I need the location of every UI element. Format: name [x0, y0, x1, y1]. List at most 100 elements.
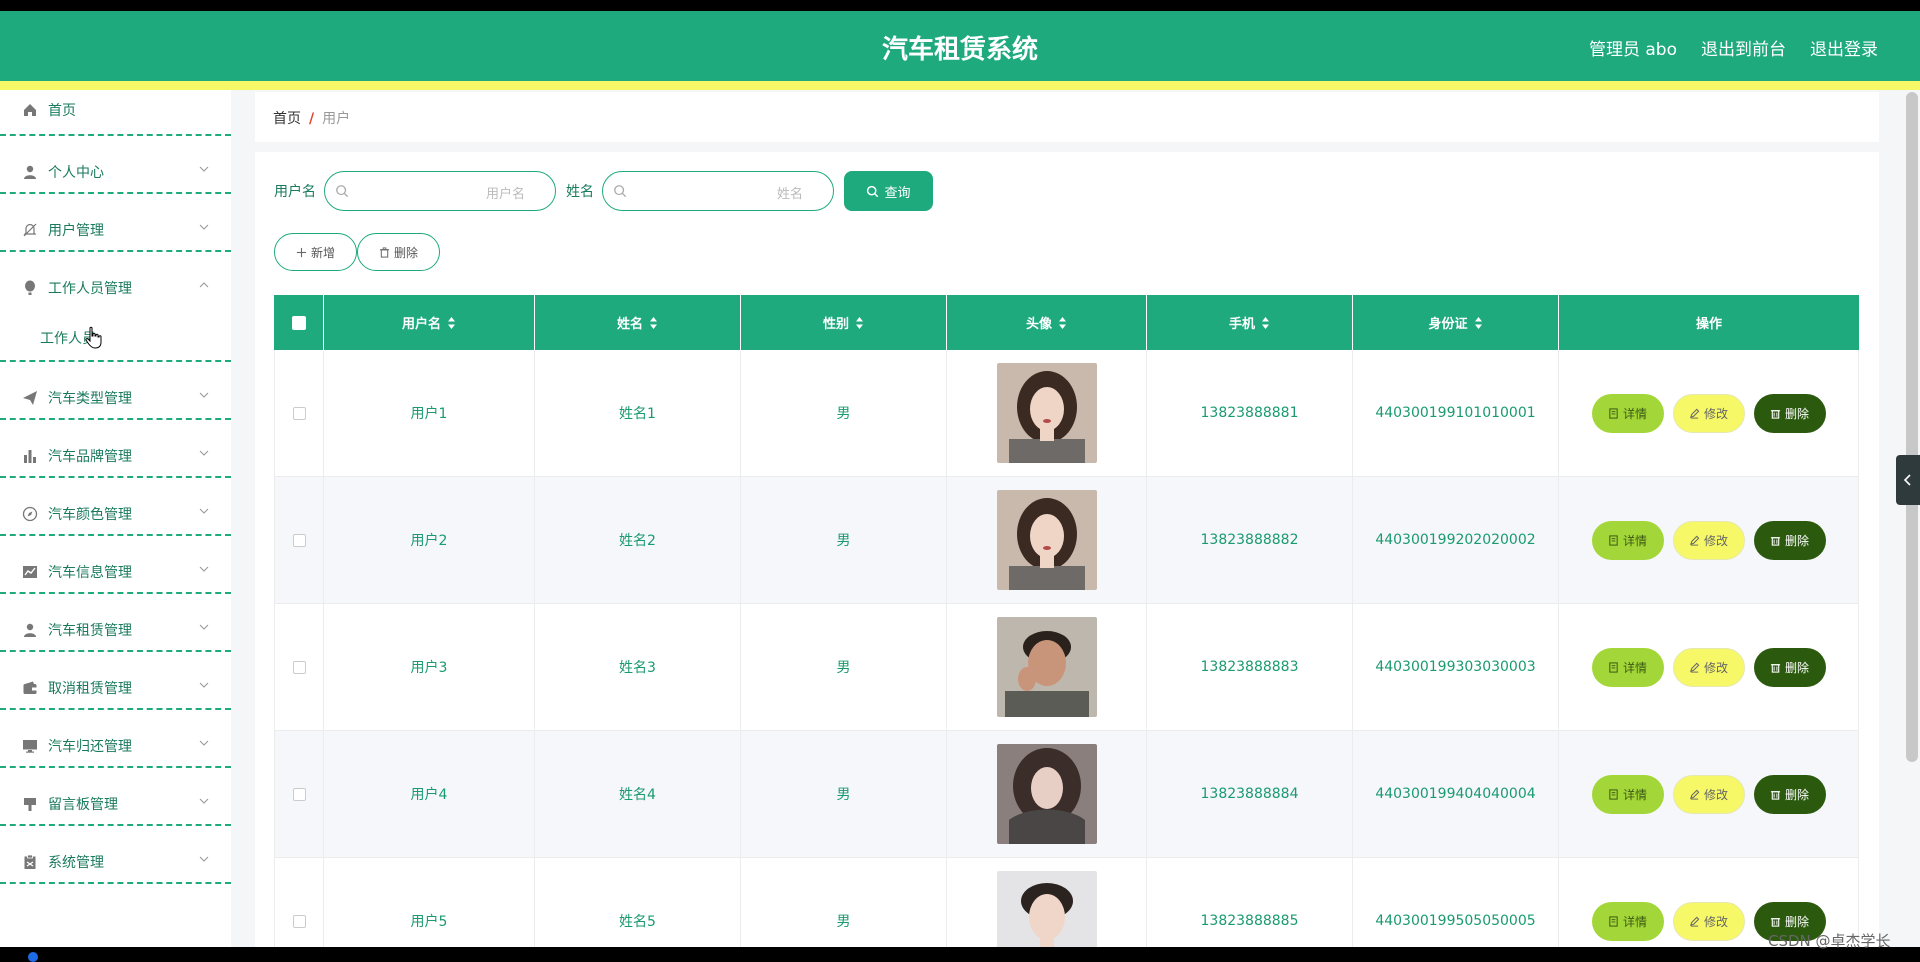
breadcrumb-home[interactable]: 首页: [273, 111, 301, 127]
table-cell: [274, 604, 324, 730]
sidebar-item[interactable]: 首页: [0, 90, 231, 136]
table-cell: 用户2: [324, 477, 535, 603]
sidebar-item[interactable]: 工作人员管理: [0, 252, 231, 310]
column-header[interactable]: 姓名: [535, 295, 741, 350]
row-delete-label: 删除: [1784, 787, 1809, 802]
table-cell: 姓名1: [535, 350, 741, 476]
detail-button[interactable]: 详情: [1591, 774, 1664, 814]
trash-icon: [1770, 535, 1781, 546]
select-all-checkbox[interactable]: [291, 315, 306, 330]
wallet-icon: [22, 680, 38, 696]
cell-gender: 男: [836, 533, 851, 549]
table-cell: 详情 修改 删除: [1559, 350, 1859, 476]
row-checkbox[interactable]: [292, 914, 306, 928]
row-delete-button[interactable]: 删除: [1753, 520, 1826, 560]
sidebar-subitem[interactable]: 工作人员: [0, 310, 231, 362]
row-delete-label: 删除: [1784, 533, 1809, 548]
sidebar-item[interactable]: 留言板管理: [0, 768, 231, 826]
row-delete-button[interactable]: 删除: [1753, 393, 1826, 433]
column-header[interactable]: 头像: [947, 295, 1147, 350]
sidebar: 首页 个人中心 用户管理 工作人员管理 工作人员 汽车类型管理 汽车品牌管理 汽车颜色管理 汽车…: [0, 90, 231, 947]
column-header-label: 手机: [1228, 317, 1255, 332]
column-header[interactable]: 身份证: [1353, 295, 1559, 350]
page-scrollbar[interactable]: [1906, 92, 1918, 762]
column-select-all[interactable]: [274, 295, 324, 350]
cell-id-card: 440300199404040004: [1375, 786, 1536, 802]
app-window: 汽车租赁系统 管理员 abo 退出到前台 退出登录 首页 个人中心 用户管理 工作人员…: [0, 0, 1920, 962]
detail-label: 详情: [1622, 787, 1647, 802]
table-cell: 440300199101010001: [1353, 350, 1559, 476]
sidebar-item-label: 汽车品牌管理: [48, 449, 132, 465]
batch-delete-button[interactable]: 删除: [357, 233, 440, 271]
table-cell: 姓名2: [535, 477, 741, 603]
sidebar-item[interactable]: 系统管理: [0, 826, 231, 884]
detail-button[interactable]: 详情: [1591, 520, 1664, 560]
row-delete-button[interactable]: 删除: [1753, 647, 1826, 687]
avatar-image[interactable]: [996, 744, 1097, 844]
sidebar-item[interactable]: 取消租赁管理: [0, 652, 231, 710]
table-cell: 13823888885: [1147, 858, 1353, 947]
table-cell: 男: [741, 731, 947, 857]
hot-air-balloon-icon: [22, 280, 38, 296]
column-header-label: 操作: [1695, 317, 1722, 332]
sidebar-item[interactable]: 汽车类型管理: [0, 362, 231, 420]
chevron-down-icon: [199, 854, 209, 864]
sidebar-item[interactable]: 个人中心: [0, 136, 231, 194]
cell-name: 姓名2: [619, 533, 656, 549]
person-icon: [22, 622, 38, 638]
avatar-image[interactable]: [996, 617, 1097, 717]
back-to-front-link[interactable]: 退出到前台: [1701, 35, 1786, 60]
row-delete-button[interactable]: 删除: [1753, 774, 1826, 814]
cell-username: 用户2: [410, 533, 448, 549]
edit-button[interactable]: 修改: [1672, 393, 1745, 433]
column-header[interactable]: 手机: [1147, 295, 1353, 350]
table-cell: 13823888881: [1147, 350, 1353, 476]
pencil-icon: [1689, 662, 1700, 673]
add-button[interactable]: 新增: [274, 233, 357, 271]
watermark: CSDN @卓杰学长: [1768, 932, 1891, 950]
collapse-panel-toggle[interactable]: [1896, 455, 1920, 505]
detail-button[interactable]: 详情: [1591, 901, 1664, 941]
column-header[interactable]: 用户名: [324, 295, 535, 350]
row-checkbox[interactable]: [292, 787, 306, 801]
breadcrumb-bar: 首页 / 用户: [255, 92, 1879, 142]
avatar-image[interactable]: [996, 490, 1097, 590]
delete-label: 删除: [393, 245, 418, 260]
sidebar-item[interactable]: 汽车归还管理: [0, 710, 231, 768]
table-cell: 13823888882: [1147, 477, 1353, 603]
name-search-input[interactable]: 姓名: [602, 171, 834, 211]
detail-button[interactable]: 详情: [1591, 393, 1664, 433]
table-cell: 男: [741, 858, 947, 947]
row-checkbox[interactable]: [292, 406, 306, 420]
edit-button[interactable]: 修改: [1672, 647, 1745, 687]
table-cell: 男: [741, 477, 947, 603]
edit-button[interactable]: 修改: [1672, 901, 1745, 941]
username-search-input[interactable]: 用户名: [324, 171, 556, 211]
avatar-image[interactable]: [996, 871, 1097, 947]
sidebar-item[interactable]: 汽车品牌管理: [0, 420, 231, 478]
avatar-image[interactable]: [996, 363, 1097, 463]
table-row: 用户3 姓名3 男 13823888883 440300199303030003 详情 修改…: [274, 604, 1859, 731]
edit-label: 修改: [1703, 660, 1728, 675]
cell-username: 用户3: [410, 660, 448, 676]
trash-icon: [379, 246, 390, 258]
monitor-icon: [22, 738, 38, 754]
cell-name: 姓名4: [619, 787, 656, 803]
sidebar-item[interactable]: 汽车信息管理: [0, 536, 231, 594]
column-header-label: 姓名: [616, 317, 643, 332]
sidebar-item[interactable]: 汽车颜色管理: [0, 478, 231, 536]
edit-button[interactable]: 修改: [1672, 774, 1745, 814]
column-header[interactable]: 性别: [741, 295, 947, 350]
sidebar-item[interactable]: 汽车租赁管理: [0, 594, 231, 652]
admin-label[interactable]: 管理员 abo: [1589, 35, 1677, 60]
row-checkbox[interactable]: [292, 533, 306, 547]
document-icon: [1608, 407, 1619, 419]
logout-link[interactable]: 退出登录: [1810, 35, 1878, 60]
detail-button[interactable]: 详情: [1591, 647, 1664, 687]
sidebar-item-label: 系统管理: [48, 855, 104, 871]
sidebar-item[interactable]: 用户管理: [0, 194, 231, 252]
query-button[interactable]: 查询: [844, 171, 933, 211]
row-checkbox[interactable]: [292, 660, 306, 674]
sidebar-item-label: 汽车信息管理: [48, 565, 132, 581]
edit-button[interactable]: 修改: [1672, 520, 1745, 560]
